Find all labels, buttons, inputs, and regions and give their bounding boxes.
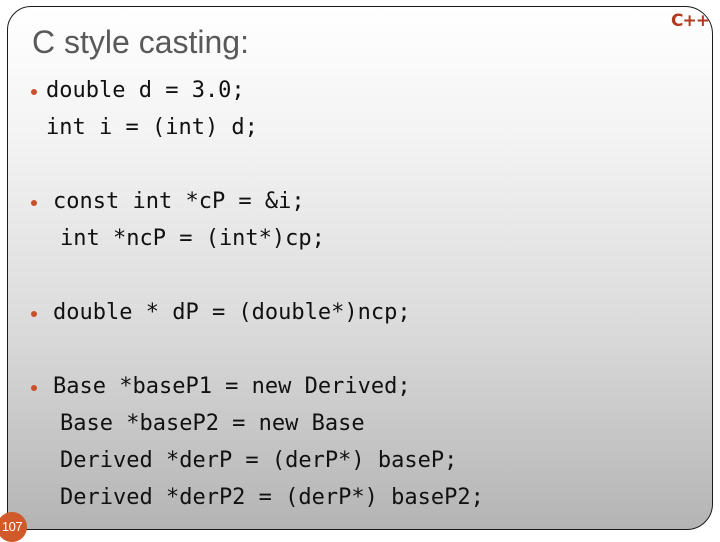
code-line: double * dP = (double*)ncp; <box>53 300 411 325</box>
bullet-icon <box>31 89 37 95</box>
bullet-icon <box>31 200 37 206</box>
code-line: double d = 3.0; <box>46 78 245 103</box>
code-line: Derived *derP2 = (derP*) baseP2; <box>60 485 484 510</box>
code-line: int i = (int) d; <box>46 115 258 140</box>
code-line: int *ncP = (int*)cp; <box>60 226 325 251</box>
page-number-badge: 107 <box>0 512 27 542</box>
code-line: Derived *derP = (derP*) baseP; <box>60 448 458 473</box>
bullet-icon <box>31 385 37 391</box>
bullet-icon <box>31 311 37 317</box>
code-line: Base *baseP1 = new Derived; <box>53 374 411 399</box>
code-line: Base *baseP2 = new Base <box>60 411 365 436</box>
cpp-logo: C++ <box>671 11 710 31</box>
code-line: const int *cP = &i; <box>53 189 305 214</box>
slide-title: C style casting: <box>32 24 249 60</box>
